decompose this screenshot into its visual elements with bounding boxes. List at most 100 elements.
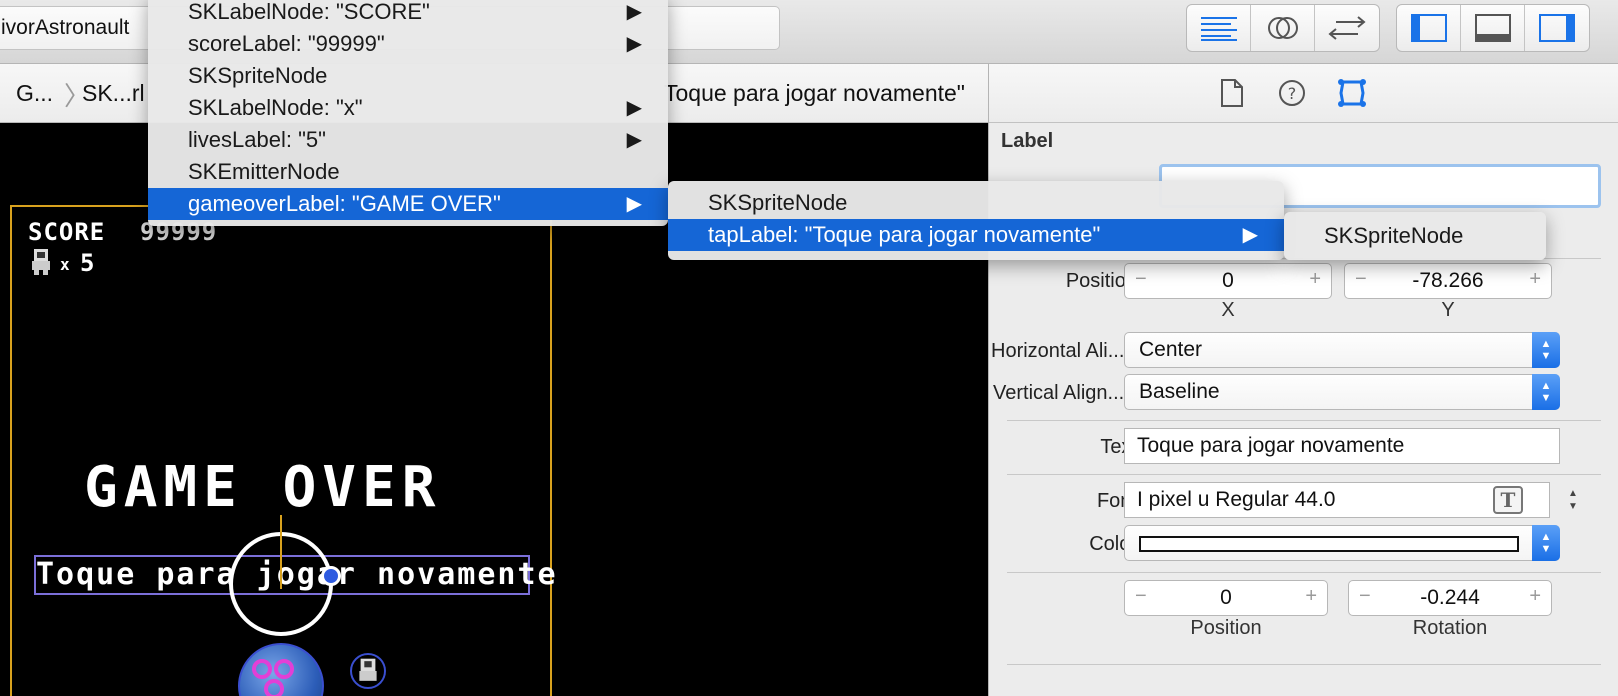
svg-text:?: ?: [1288, 84, 1297, 103]
vertical-align-value: Baseline: [1139, 380, 1220, 403]
menu-item-selected[interactable]: gameoverLabel: "GAME OVER" ▶: [148, 188, 668, 220]
font-label: Font: [1096, 490, 1137, 512]
editor-mode-segment: [1186, 4, 1380, 52]
divider: [1007, 572, 1601, 573]
inspector-tabs: ?: [989, 64, 1618, 123]
color-well[interactable]: ▲ ▼: [1124, 525, 1560, 561]
menu-item-label: scoreLabel: "99999": [188, 31, 385, 56]
x-caption: X: [1221, 299, 1235, 321]
position-x-value[interactable]: 0: [1125, 269, 1331, 293]
text-label: Text: [1100, 436, 1137, 458]
toggle-navigator-button[interactable]: [1397, 5, 1461, 51]
menu-item[interactable]: SKEmitterNode: [148, 156, 668, 188]
menu-item[interactable]: SKLabelNode: "x" ▶: [148, 92, 668, 124]
submenu-arrow-icon: ▶: [626, 1, 642, 23]
gameover-label[interactable]: GAME OVER: [84, 455, 441, 520]
divider: [1007, 420, 1601, 421]
bottom-panel-icon: [1474, 14, 1511, 42]
vertical-align-popup[interactable]: Baseline ▲ ▼: [1124, 374, 1560, 410]
menu-item-label: SKEmitterNode: [188, 159, 340, 184]
score-label[interactable]: SCORE: [28, 218, 105, 246]
menu-item[interactable]: SKSpriteNode: [148, 60, 668, 92]
vertical-align-label: Vertical Align...: [993, 382, 1125, 404]
submenu-arrow-icon: ▶: [626, 129, 642, 151]
font-value: I pixel u Regular 44.0: [1137, 488, 1336, 511]
menu-item-label: SKLabelNode: "x": [188, 95, 363, 120]
z-position-stepper[interactable]: − 0 +: [1124, 580, 1328, 616]
z-label: Z: [1009, 588, 1137, 611]
taplabel-submenu: SKSpriteNode: [1284, 212, 1546, 260]
increment-icon[interactable]: +: [1309, 268, 1321, 291]
astronaut-icon: [359, 658, 377, 681]
anchor-guide-line: [280, 515, 282, 589]
text-field-value: Toque para jogar novamente: [1137, 434, 1405, 457]
breadcrumb-current[interactable]: Toque para jogar novamente": [664, 80, 965, 107]
popup-arrows-icon: ▲ ▼: [1532, 374, 1560, 410]
gameover-submenu: SKSpriteNode tapLabel: "Toque para jogar…: [668, 181, 1284, 260]
lives-value[interactable]: 5: [80, 249, 95, 277]
swap-arrows-icon: [1328, 16, 1366, 40]
quick-help-tab[interactable]: ?: [1277, 78, 1307, 108]
menu-item[interactable]: SKLabelNode: "SCORE" ▶: [148, 0, 668, 28]
standard-editor-button[interactable]: [1187, 5, 1251, 51]
file-inspector-tab[interactable]: [1217, 78, 1247, 108]
menu-item[interactable]: scoreLabel: "99999" ▶: [148, 28, 668, 60]
attributes-inspector-tab[interactable]: [1337, 78, 1367, 108]
emitter-ring: [274, 659, 294, 679]
submenu-arrow-icon: ▶: [626, 193, 642, 215]
horizontal-align-label: Horizontal Ali...: [991, 340, 1125, 362]
font-field[interactable]: I pixel u Regular 44.0 T: [1124, 482, 1550, 518]
divider: [1007, 664, 1601, 665]
submenu-arrow-icon: ▶: [626, 97, 642, 119]
horizontal-align-popup[interactable]: Center ▲ ▼: [1124, 332, 1560, 368]
popup-arrows-icon: ▲ ▼: [1532, 332, 1560, 368]
menu-item[interactable]: livesLabel: "5" ▶: [148, 124, 668, 156]
z-rotation-stepper[interactable]: − -0.244 +: [1348, 580, 1552, 616]
astronaut-icon[interactable]: [30, 249, 52, 275]
font-picker-icon[interactable]: T: [1493, 486, 1523, 514]
breadcrumb-item[interactable]: G...: [16, 80, 53, 107]
section-title: Label: [1001, 130, 1054, 152]
submenu-arrow-icon: ▶: [1242, 224, 1258, 246]
menu-item-label: SKSpriteNode: [1324, 223, 1464, 248]
menu-item-selected[interactable]: tapLabel: "Toque para jogar novamente" ▶: [668, 219, 1284, 251]
emitter-ring: [252, 659, 272, 679]
position-y-stepper[interactable]: − -78.266 +: [1344, 263, 1552, 299]
y-caption: Y: [1441, 299, 1455, 321]
left-panel-icon: [1410, 14, 1447, 42]
astronaut-sprite[interactable]: [350, 653, 386, 689]
document-icon: [1221, 79, 1243, 107]
menu-item-label: SKSpriteNode: [188, 63, 328, 88]
attributes-inspector: ? Label Position − 0 + − -78.266 + X Y H…: [988, 64, 1618, 696]
color-label: Color: [1089, 533, 1137, 555]
node-attributes-icon: [1338, 79, 1366, 107]
version-editor-button[interactable]: [1315, 5, 1379, 51]
lives-x-label[interactable]: x: [60, 255, 71, 274]
menu-item-label: SKSpriteNode: [708, 190, 848, 215]
view-toggle-segment: [1396, 4, 1590, 52]
rotation-handle[interactable]: [321, 566, 341, 586]
text-field[interactable]: Toque para jogar novamente: [1124, 428, 1560, 464]
font-size-stepper-icon[interactable]: ▲ ▼: [1563, 482, 1583, 518]
toggle-utilities-button[interactable]: [1525, 5, 1589, 51]
position-y-value[interactable]: -78.266: [1345, 269, 1551, 293]
increment-icon[interactable]: +: [1529, 268, 1541, 291]
menu-item-label: livesLabel: "5": [188, 127, 326, 152]
position-x-stepper[interactable]: − 0 +: [1124, 263, 1332, 299]
breadcrumb-item[interactable]: SK...rl: [82, 80, 145, 107]
right-panel-icon: [1539, 14, 1575, 42]
increment-icon[interactable]: +: [1529, 585, 1541, 608]
assistant-editor-button[interactable]: [1251, 5, 1315, 51]
z-position-caption: Position: [1190, 617, 1262, 639]
z-position-value[interactable]: 0: [1125, 586, 1327, 610]
increment-icon[interactable]: +: [1305, 585, 1317, 608]
toggle-debug-area-button[interactable]: [1461, 5, 1525, 51]
menu-item[interactable]: SKSpriteNode: [668, 187, 1284, 219]
lines-icon: [1200, 17, 1237, 41]
z-rotation-value[interactable]: -0.244: [1349, 586, 1551, 610]
node-hierarchy-menu: SKLabelNode: "SCORE" ▶ scoreLabel: "99999…: [148, 0, 668, 226]
z-rotation-caption: Rotation: [1412, 617, 1488, 639]
divider: [1007, 474, 1601, 475]
menu-item-label: gameoverLabel: "GAME OVER": [188, 191, 501, 216]
menu-item[interactable]: SKSpriteNode: [1284, 220, 1546, 252]
